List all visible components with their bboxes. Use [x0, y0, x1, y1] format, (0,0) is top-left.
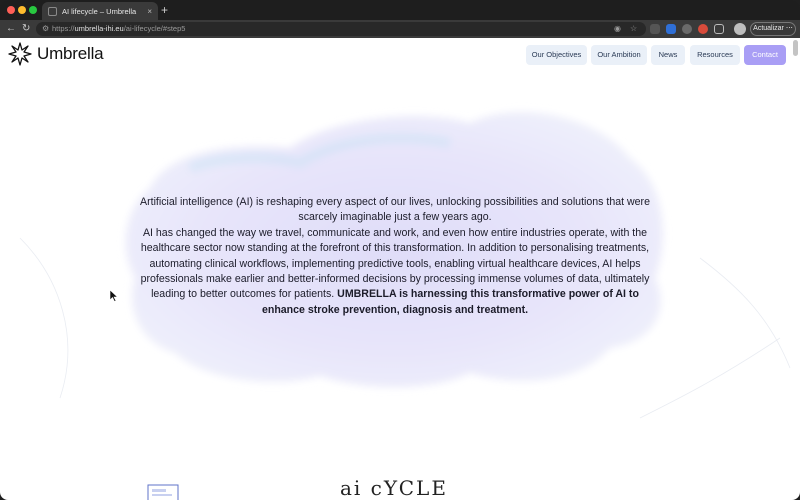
- browser-window: AI lifecycle – Umbrella × + ← ↻ ⚙ https:…: [0, 0, 800, 500]
- extension-icon[interactable]: [666, 24, 676, 34]
- logo-wordmark: Umbrella: [37, 44, 104, 63]
- url-text: https://umbrella-ihi.eu/ai-lifecycle/#st…: [52, 24, 185, 34]
- profile-avatar[interactable]: [734, 23, 746, 35]
- sketch-illustration-icon: [147, 484, 179, 500]
- page-viewport: Umbrella Our Objectives Our Ambition New…: [0, 38, 800, 500]
- site-info-icon[interactable]: ⚙: [42, 24, 49, 33]
- extension-icon[interactable]: [698, 24, 708, 34]
- update-label: Actualizar: [753, 25, 784, 32]
- close-window-icon[interactable]: [7, 6, 15, 14]
- favicon-icon: [48, 6, 57, 16]
- tab-title: AI lifecycle – Umbrella: [62, 6, 137, 16]
- site-logo[interactable]: Umbrella: [8, 42, 104, 66]
- extensions-puzzle-icon[interactable]: [714, 24, 724, 34]
- tab-close-icon[interactable]: ×: [147, 7, 152, 16]
- reload-icon[interactable]: ↻: [22, 22, 30, 36]
- update-button[interactable]: Actualizar ⋯: [750, 22, 796, 36]
- intro-paragraph-2: AI has changed the way we travel, commun…: [140, 226, 650, 318]
- intro-paragraph-1: Artificial intelligence (AI) is reshapin…: [140, 196, 650, 224]
- page-scrollbar[interactable]: [793, 40, 798, 56]
- nav-our-ambition[interactable]: Our Ambition: [591, 45, 647, 65]
- url-domain: umbrella-ihi.eu: [74, 24, 124, 33]
- new-tab-button[interactable]: +: [161, 3, 168, 17]
- tab-strip: AI lifecycle – Umbrella × +: [0, 0, 800, 20]
- minimize-window-icon[interactable]: [18, 6, 26, 14]
- nav-contact-button[interactable]: Contact: [744, 45, 786, 65]
- maximize-window-icon[interactable]: [29, 6, 37, 14]
- umbrella-star-logo-icon: [8, 42, 32, 66]
- bookmark-star-icon[interactable]: ☆: [630, 24, 637, 34]
- mouse-pointer-icon: [110, 290, 118, 302]
- tab-active[interactable]: AI lifecycle – Umbrella ×: [42, 2, 158, 20]
- browser-toolbar: ← ↻ ⚙ https://umbrella-ihi.eu/ai-lifecyc…: [0, 20, 800, 38]
- translate-icon[interactable]: ◉: [614, 24, 621, 34]
- nav-our-objectives[interactable]: Our Objectives: [526, 45, 587, 65]
- address-bar[interactable]: ⚙ https://umbrella-ihi.eu/ai-lifecycle/#…: [36, 22, 646, 36]
- extension-icon[interactable]: [650, 24, 660, 34]
- url-path: /ai-lifecycle/#step5: [123, 24, 186, 33]
- back-arrow-icon[interactable]: ←: [6, 22, 16, 36]
- nav-resources[interactable]: Resources: [690, 45, 740, 65]
- extension-icon[interactable]: [682, 24, 692, 34]
- nav-news[interactable]: News: [651, 45, 685, 65]
- intro-text-block: Artificial intelligence (AI) is reshapin…: [140, 195, 650, 318]
- url-scheme: https://: [52, 24, 75, 33]
- lifecycle-sketch-heading: ai cYCLE: [340, 476, 448, 500]
